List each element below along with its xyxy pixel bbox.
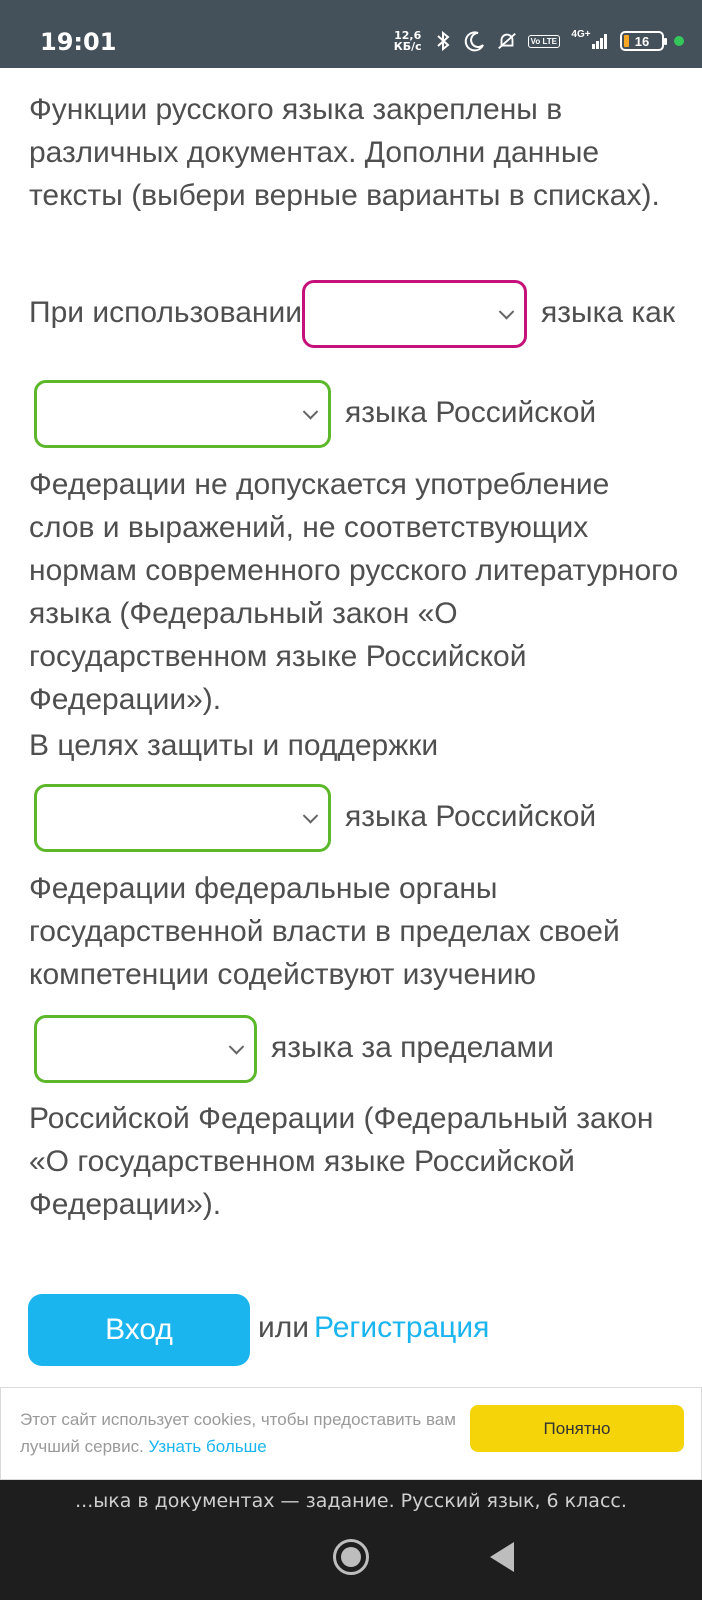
text-after-select3: языка Российской — [345, 800, 597, 833]
text-before-select3: В целях защиты и поддержки — [29, 729, 439, 762]
page-title-bar[interactable]: ...ыка в документах — задание. Русский я… — [0, 1490, 702, 1512]
task-instruction: Функции русского языка закреплены в разл… — [29, 93, 660, 212]
answer-select-2[interactable] — [34, 380, 331, 448]
bluetooth-icon — [432, 30, 454, 52]
cookie-text: Этот сайт использует cookies, чтобы пред… — [20, 1410, 456, 1456]
browser-bottom-bar: ...ыка в документах — задание. Русский я… — [0, 1480, 702, 1600]
answer-select-1[interactable] — [302, 280, 527, 348]
signal-icon: 4G+ — [570, 30, 610, 52]
back-nav-icon[interactable] — [490, 1542, 514, 1572]
paragraph2-rest: Российской Федерации (Федеральный закон … — [29, 1102, 654, 1221]
volte-icon: Vo LTE — [527, 34, 560, 48]
chevron-down-icon — [498, 304, 515, 320]
or-text: или — [258, 1311, 310, 1344]
cookie-banner: Этот сайт использует cookies, чтобы пред… — [0, 1387, 702, 1480]
text-after-select2: языка Российской — [345, 396, 597, 429]
status-icons: 12,6 КБ/с Vo LTE 4G+ 16 — [394, 26, 684, 56]
chevron-down-icon — [302, 404, 319, 420]
battery-icon: 16 — [620, 31, 667, 51]
paragraph2-middle: Федерации федеральные органы государстве… — [29, 872, 620, 991]
answer-select-3[interactable] — [34, 784, 331, 852]
text-before-select1: При использовании — [29, 296, 302, 329]
text-after-select1: языка как — [541, 296, 675, 329]
net-speed: 12,6 КБ/с — [393, 29, 422, 53]
chevron-down-icon — [302, 808, 319, 824]
moon-icon — [464, 30, 486, 52]
mute-icon — [496, 30, 518, 52]
cookie-accept-button[interactable]: Понятно — [470, 1405, 684, 1452]
login-button[interactable]: Вход — [28, 1294, 250, 1366]
status-time: 19:01 — [40, 28, 117, 56]
chevron-down-icon — [228, 1039, 245, 1055]
register-link[interactable]: Регистрация — [314, 1311, 489, 1345]
privacy-indicator-dot — [674, 36, 684, 46]
cookie-learn-more-link[interactable]: Узнать больше — [149, 1437, 267, 1456]
battery-level — [624, 35, 629, 47]
text-after-select4: языка за пределами — [271, 1031, 554, 1064]
home-nav-icon[interactable] — [333, 1539, 369, 1575]
status-bar: 19:01 12,6 КБ/с Vo LTE 4G+ 16 — [0, 0, 702, 68]
answer-select-4[interactable] — [34, 1015, 257, 1083]
paragraph1-rest: Федерации не допускается употребление сл… — [29, 468, 679, 716]
